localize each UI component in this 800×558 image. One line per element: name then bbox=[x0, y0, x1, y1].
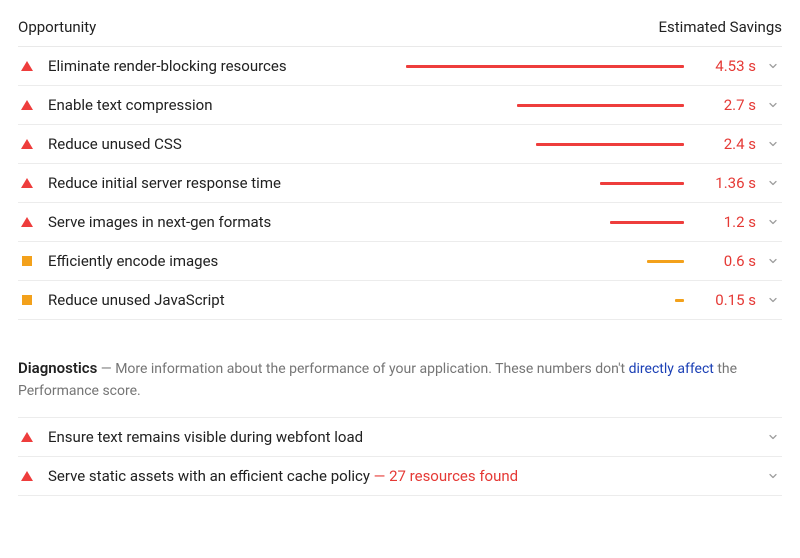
savings-bar bbox=[536, 143, 684, 146]
savings-bar bbox=[610, 221, 684, 224]
opportunity-row[interactable]: Enable text compression 2.7 s bbox=[18, 86, 782, 125]
estimated-savings-value: 2.4 s bbox=[698, 135, 756, 153]
opportunity-label: Enable text compression bbox=[44, 96, 213, 114]
opportunity-label: Eliminate render-blocking resources bbox=[44, 57, 287, 75]
opportunity-row[interactable]: Reduce unused JavaScript 0.15 s bbox=[18, 281, 782, 320]
warning-triangle-icon bbox=[18, 100, 36, 110]
chevron-down-icon[interactable] bbox=[764, 470, 782, 482]
estimated-savings-value: 1.2 s bbox=[698, 213, 756, 231]
diagnostic-label: Ensure text remains visible during webfo… bbox=[44, 428, 756, 446]
diagnostics-desc-prefix: — More information about the performance… bbox=[97, 361, 628, 377]
savings-bar bbox=[675, 299, 684, 302]
warning-triangle-icon bbox=[18, 217, 36, 227]
opportunity-row[interactable]: Reduce initial server response time 1.36 … bbox=[18, 164, 782, 203]
opportunity-column-header: Opportunity bbox=[18, 18, 96, 36]
savings-bar-area bbox=[295, 65, 690, 68]
chevron-down-icon[interactable] bbox=[764, 431, 782, 443]
estimated-savings-value: 4.53 s bbox=[698, 57, 756, 75]
savings-bar bbox=[517, 104, 684, 107]
warning-triangle-icon bbox=[18, 61, 36, 71]
savings-bar bbox=[647, 260, 684, 263]
savings-bar bbox=[406, 65, 684, 68]
diagnostic-extra: — 27 resources found bbox=[370, 467, 518, 485]
warning-triangle-icon bbox=[18, 139, 36, 149]
savings-bar-area bbox=[289, 182, 690, 185]
chevron-down-icon[interactable] bbox=[764, 60, 782, 72]
chevron-down-icon[interactable] bbox=[764, 216, 782, 228]
diagnostic-label: Serve static assets with an efficient ca… bbox=[44, 467, 756, 485]
opportunities-header: Opportunity Estimated Savings bbox=[18, 18, 782, 47]
chevron-down-icon[interactable] bbox=[764, 99, 782, 111]
savings-bar-area bbox=[233, 299, 690, 302]
estimated-savings-value: 2.7 s bbox=[698, 96, 756, 114]
diagnostics-title: Diagnostics bbox=[18, 359, 97, 377]
savings-bar-area bbox=[190, 143, 690, 146]
diagnostic-row[interactable]: Ensure text remains visible during webfo… bbox=[18, 418, 782, 457]
diagnostics-list: Ensure text remains visible during webfo… bbox=[18, 418, 782, 496]
estimated-savings-value: 1.36 s bbox=[698, 174, 756, 192]
opportunity-label: Reduce unused JavaScript bbox=[44, 291, 225, 309]
estimated-savings-value: 0.15 s bbox=[698, 291, 756, 309]
warning-square-icon bbox=[18, 295, 36, 305]
chevron-down-icon[interactable] bbox=[764, 138, 782, 150]
savings-bar-area bbox=[226, 260, 690, 263]
warning-triangle-icon bbox=[18, 178, 36, 188]
estimated-savings-value: 0.6 s bbox=[698, 252, 756, 270]
opportunity-row[interactable]: Reduce unused CSS 2.4 s bbox=[18, 125, 782, 164]
warning-square-icon bbox=[18, 256, 36, 266]
opportunity-label: Serve images in next-gen formats bbox=[44, 213, 271, 231]
diagnostics-link[interactable]: directly affect bbox=[629, 361, 714, 377]
opportunities-list: Eliminate render-blocking resources 4.53 … bbox=[18, 47, 782, 320]
warning-triangle-icon bbox=[18, 471, 36, 481]
opportunity-row[interactable]: Serve images in next-gen formats 1.2 s bbox=[18, 203, 782, 242]
warning-triangle-icon bbox=[18, 432, 36, 442]
opportunity-label: Reduce initial server response time bbox=[44, 174, 281, 192]
estimated-savings-column-header: Estimated Savings bbox=[659, 18, 783, 36]
diagnostics-section: Diagnostics — More information about the… bbox=[18, 356, 782, 496]
savings-bar bbox=[600, 182, 684, 185]
opportunity-label: Reduce unused CSS bbox=[44, 135, 182, 153]
diagnostics-header: Diagnostics — More information about the… bbox=[18, 356, 782, 418]
opportunity-row[interactable]: Eliminate render-blocking resources 4.53 … bbox=[18, 47, 782, 86]
savings-bar-area bbox=[279, 221, 690, 224]
chevron-down-icon[interactable] bbox=[764, 294, 782, 306]
opportunity-label: Efficiently encode images bbox=[44, 252, 218, 270]
savings-bar-area bbox=[221, 104, 691, 107]
opportunity-row[interactable]: Efficiently encode images 0.6 s bbox=[18, 242, 782, 281]
diagnostic-row[interactable]: Serve static assets with an efficient ca… bbox=[18, 457, 782, 496]
chevron-down-icon[interactable] bbox=[764, 255, 782, 267]
chevron-down-icon[interactable] bbox=[764, 177, 782, 189]
